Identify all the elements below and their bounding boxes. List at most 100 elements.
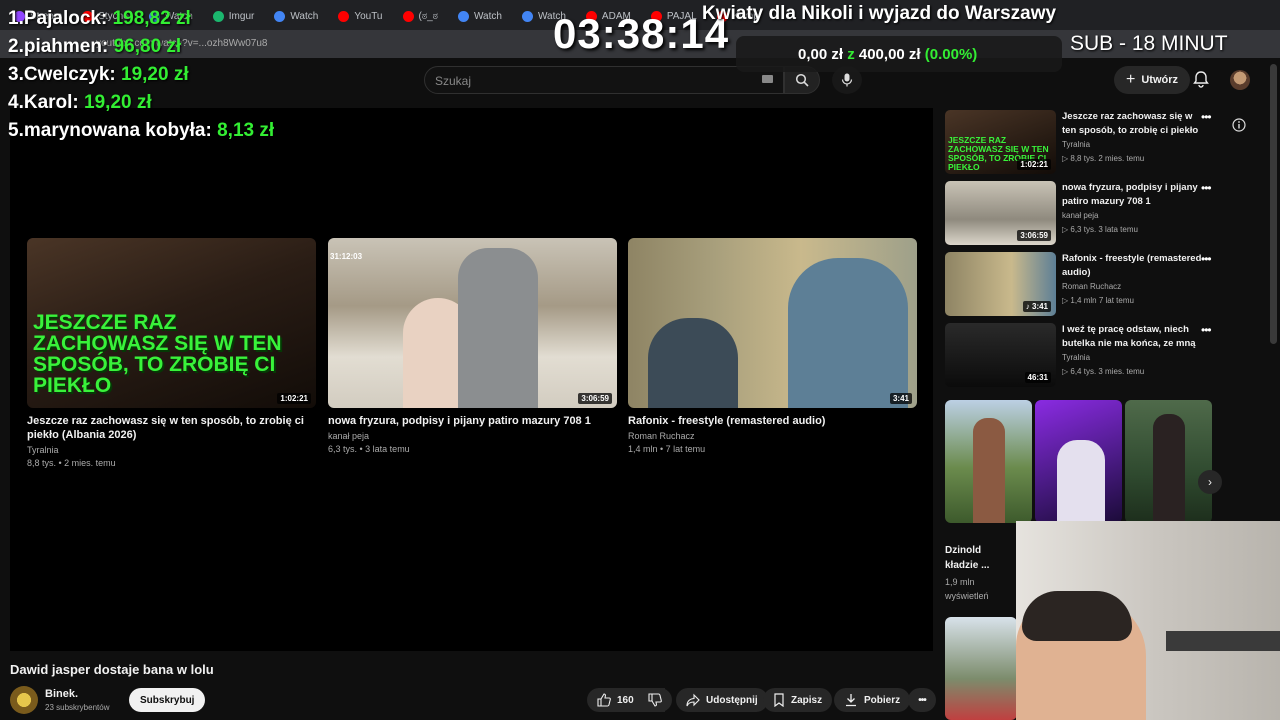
recommendation-title[interactable]: Jeszcze raz zachowasz się w ten sposób, … <box>1062 110 1202 138</box>
person-figure <box>788 258 908 408</box>
stream-timestamp: 31:12:03 <box>330 252 363 261</box>
endscreen-title[interactable]: nowa fryzura, podpisy i pijany patiro ma… <box>328 414 617 428</box>
bell-icon[interactable] <box>1192 70 1210 88</box>
short-views: 1,9 mln wyświetleń <box>945 577 989 601</box>
endscreen-title[interactable]: Rafonix - freestyle (remastered audio) <box>628 414 917 428</box>
recommendation-item[interactable]: JESZCZE RAZ ZACHOWASZ SIĘ W TEN SPOSÓB, … <box>945 110 1225 176</box>
endscreen-meta: 8,8 tys. • 2 mies. temu <box>27 458 116 468</box>
recommendation-channel[interactable]: Tyralnia <box>1062 140 1090 149</box>
more-menu-icon[interactable]: ••• <box>1201 110 1212 124</box>
recommendation-channel[interactable]: Roman Ruchacz <box>1062 282 1121 291</box>
donor-name: Karol: <box>23 92 79 113</box>
keyboard-icon[interactable] <box>762 75 773 83</box>
chevron-right-icon[interactable]: › <box>1198 470 1222 494</box>
recommendation-item[interactable]: 3:06:59 nowa fryzura, podpisy i pijany p… <box>945 181 1225 247</box>
download-icon <box>846 694 856 707</box>
browser-tab[interactable]: Imgur <box>205 5 263 27</box>
rank-number: 3. <box>8 64 24 85</box>
browser-tab[interactable]: YouTu <box>330 5 390 27</box>
sub-alert: SUB - 18 MINUT <box>1070 32 1228 55</box>
recommendation-meta: ▷ 6,3 tys. 3 lata temu <box>1062 225 1138 234</box>
scrollbar[interactable] <box>1270 64 1277 344</box>
more-menu-icon[interactable]: ••• <box>1201 323 1212 337</box>
shelf <box>1166 631 1280 651</box>
recommendation-channel[interactable]: Tyralnia <box>1062 353 1090 362</box>
donation-amount: 19,20 zł <box>121 64 189 85</box>
account-avatar[interactable] <box>1230 70 1250 90</box>
recommendation-title[interactable]: I weź tę pracę odstaw, niech butelka nie… <box>1062 323 1202 351</box>
create-button[interactable]: + Utwórz <box>1114 66 1191 94</box>
more-icon: ••• <box>918 694 926 706</box>
recommendation-item[interactable]: ♪ 3:41 Rafonix - freestyle (remastered a… <box>945 252 1225 318</box>
search-input[interactable]: Szukaj <box>424 66 784 94</box>
more-actions-button[interactable]: ••• <box>908 688 936 712</box>
short-thumbnail[interactable] <box>945 400 1032 523</box>
tab-favicon-icon <box>274 10 286 22</box>
tab-favicon-icon <box>402 10 414 22</box>
person-figure <box>1057 440 1105 523</box>
microphone-icon <box>841 73 853 87</box>
recommendation-channel[interactable]: kanał peja <box>1062 211 1098 220</box>
save-button[interactable]: Zapisz <box>763 688 833 712</box>
recommendation-meta: ▷ 1,4 mln 7 lat temu <box>1062 296 1134 305</box>
duration-badge: ♪ 3:41 <box>1022 301 1051 312</box>
short-thumbnail[interactable] <box>1125 400 1212 523</box>
endscreen-thumbnail[interactable]: JESZCZE RAZ ZACHOWASZ SIĘ W TEN SPOSÓB, … <box>27 238 316 408</box>
goal-current: 0,00 zł <box>798 46 844 63</box>
endscreen-thumbnail[interactable]: 3:41 <box>628 238 917 408</box>
endscreen-card[interactable]: 3:41 Rafonix - freestyle (remastered aud… <box>628 238 917 456</box>
share-icon <box>686 693 700 707</box>
thumbnail-caption: JESZCZE RAZ ZACHOWASZ SIĘ W TEN SPOSÓB, … <box>33 311 282 397</box>
short-title[interactable]: Dzinold kładzie ... <box>945 543 1015 573</box>
endscreen-channel: Tyralnia <box>27 445 59 455</box>
download-button[interactable]: Pobierz <box>834 688 911 712</box>
dislike-button[interactable] <box>640 688 672 712</box>
recommendation-item[interactable]: 46:31 I weź tę pracę odstaw, niech butel… <box>945 323 1225 389</box>
endscreen-title[interactable]: Jeszcze raz zachowasz się w ten sposób, … <box>27 414 316 442</box>
recommendation-meta: ▷ 6,4 tys. 3 mies. temu <box>1062 367 1145 376</box>
subscribe-button[interactable]: Subskrybuj <box>129 688 206 712</box>
endscreen-thumbnail[interactable]: 31:12:03 3:06:59 <box>328 238 617 408</box>
channel-avatar[interactable] <box>10 686 38 714</box>
share-label: Udostępnij <box>706 694 758 706</box>
thumbs-up-icon <box>597 693 611 707</box>
endscreen-channel: Roman Ruchacz <box>628 431 695 441</box>
recommendation-thumbnail[interactable]: 46:31 <box>945 323 1056 387</box>
share-button[interactable]: Udostępnij <box>676 688 768 712</box>
thumbs-down-icon <box>648 693 662 707</box>
webcam-overlay <box>1016 521 1280 720</box>
person-figure <box>458 248 538 408</box>
video-title: Dawid jasper dostaje bana w lolu <box>10 662 214 677</box>
leaderboard-entry: 2.piahmen: 96,80 zł <box>8 36 181 58</box>
rank-number: 5. <box>8 120 24 141</box>
person-figure <box>1153 414 1185 523</box>
donation-amount: 8,13 zł <box>217 120 275 141</box>
donation-goal: 0,00 zł z 400,00 zł (0.00%) <box>798 46 977 63</box>
goal-target: 400,00 zł <box>858 46 921 63</box>
browser-tab[interactable]: Watch <box>450 5 510 27</box>
recommendation-thumbnail[interactable]: ♪ 3:41 <box>945 252 1056 316</box>
info-icon[interactable] <box>1232 118 1246 132</box>
short-thumbnail[interactable] <box>1035 400 1122 523</box>
recommendation-title[interactable]: nowa fryzura, podpisy i pijany patiro ma… <box>1062 181 1202 209</box>
endscreen-card[interactable]: JESZCZE RAZ ZACHOWASZ SIĘ W TEN SPOSÓB, … <box>27 238 316 470</box>
goal-percent: (0.00%) <box>924 46 978 63</box>
endscreen-meta: 1,4 mln • 7 lat temu <box>628 444 706 454</box>
recommendation-title[interactable]: Rafonix - freestyle (remastered audio) <box>1062 252 1202 280</box>
bookmark-icon <box>774 693 784 707</box>
endscreen-channel: kanał peja <box>328 431 370 441</box>
more-menu-icon[interactable]: ••• <box>1201 181 1212 195</box>
recommendation-thumbnail[interactable]: JESZCZE RAZ ZACHOWASZ SIĘ W TEN SPOSÓB, … <box>945 110 1056 174</box>
endscreen-card[interactable]: 31:12:03 3:06:59 nowa fryzura, podpisy i… <box>328 238 617 456</box>
leaderboard-entry: 3.Cwelczyk: 19,20 zł <box>8 64 189 86</box>
tab-label: YouTu <box>354 10 383 22</box>
like-count: 160 <box>617 694 634 706</box>
person-figure <box>648 318 738 408</box>
browser-tab[interactable]: Watch <box>266 5 326 27</box>
browser-tab[interactable]: (ಠ_ಠ <box>395 5 446 27</box>
recommendation-thumbnail[interactable]: 3:06:59 <box>945 181 1056 245</box>
more-menu-icon[interactable]: ••• <box>1201 252 1212 266</box>
channel-name[interactable]: Binek. <box>45 688 78 700</box>
short-thumbnail[interactable] <box>945 617 1017 720</box>
duration-badge: 3:06:59 <box>1017 230 1051 241</box>
